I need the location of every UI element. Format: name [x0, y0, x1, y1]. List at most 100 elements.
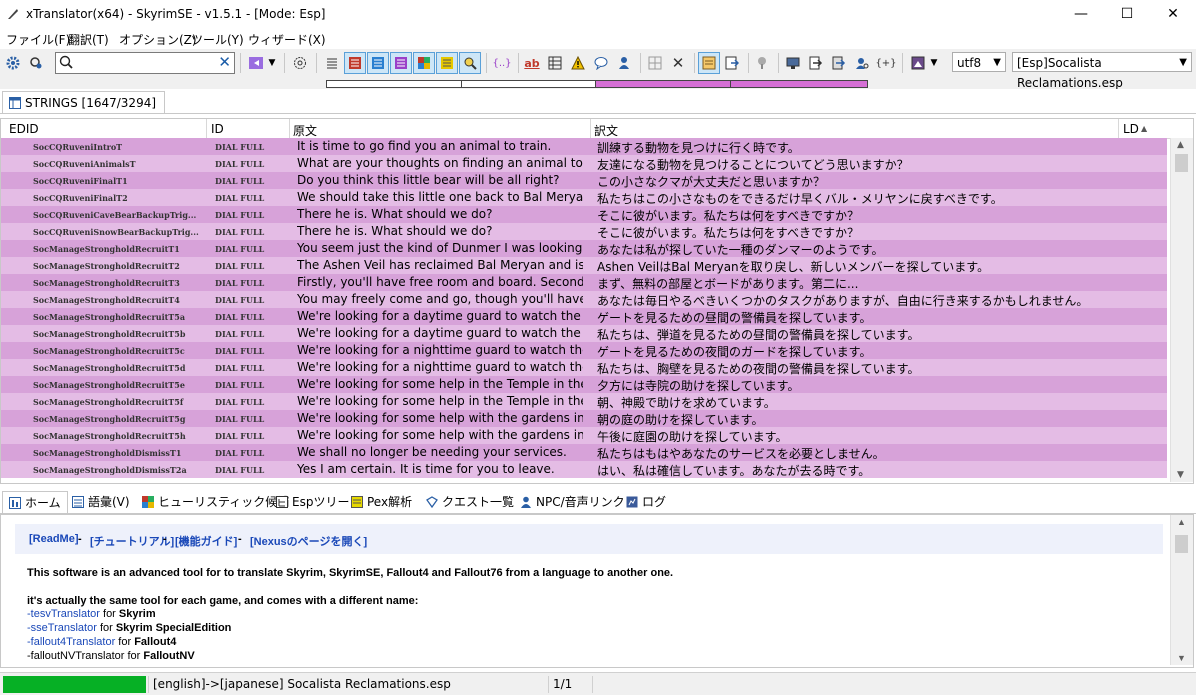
- toolbar: ✕ ▼ {..} ab ✕ {+} ▼ utf8 ▼ [Esp]Socalista…: [0, 49, 1196, 90]
- target-icon[interactable]: [290, 53, 310, 73]
- list-partial-icon[interactable]: [390, 52, 412, 74]
- maximize-button[interactable]: ☐: [1104, 0, 1150, 28]
- scroll-down-icon[interactable]: ▼: [1177, 653, 1186, 663]
- info-scrollbar[interactable]: ▲ ▼: [1170, 515, 1193, 665]
- search-settings-icon[interactable]: [26, 53, 46, 73]
- tab-strings[interactable]: STRINGS [1647/3294]: [2, 91, 166, 113]
- row-source: We're looking for some help with the gar…: [297, 428, 583, 442]
- intro-paragraph: This software is an advanced tool for to…: [27, 567, 674, 579]
- find-icon[interactable]: [459, 52, 481, 74]
- menu-tools[interactable]: ツール(Y): [191, 31, 244, 48]
- table-row[interactable]: SocManageStrongholdRecruitT1 DIAL FULL You…: [1, 240, 1167, 257]
- warning-icon[interactable]: [568, 53, 588, 73]
- scroll-down-icon[interactable]: ▼: [1177, 470, 1184, 480]
- pin-icon[interactable]: [752, 53, 772, 73]
- scroll-thumb[interactable]: [1175, 154, 1188, 172]
- search-input[interactable]: ✕: [55, 52, 235, 74]
- encoding-select[interactable]: utf8 ▼: [952, 52, 1006, 72]
- table-row[interactable]: SocCQRuveniSnowBearBackupTrig... DIAL FUL…: [1, 223, 1167, 240]
- person-icon[interactable]: [614, 53, 634, 73]
- table-row[interactable]: SocManageStrongholdRecruitT5h DIAL FULL We…: [1, 427, 1167, 444]
- monitor-icon[interactable]: [783, 53, 803, 73]
- edit-panel-icon[interactable]: [698, 52, 720, 74]
- link-readme[interactable]: [ReadMe]: [29, 533, 79, 545]
- tab-npc-voice[interactable]: NPC/音声リンク: [514, 491, 631, 512]
- row-id: DIAL FULL: [215, 176, 265, 186]
- menu-options[interactable]: オプション(Z): [119, 31, 197, 48]
- table-row[interactable]: SocCQRuveniAnimalsT DIAL FULL What are you…: [1, 155, 1167, 172]
- link-tesv[interactable]: -tesvTranslator: [27, 608, 100, 620]
- table-row[interactable]: SocManageStrongholdRecruitT5f DIAL FULL We…: [1, 393, 1167, 410]
- list-lock-icon[interactable]: [436, 52, 458, 74]
- filter-mode-icon[interactable]: [246, 53, 266, 73]
- header-source[interactable]: 原文: [293, 122, 317, 139]
- braces-icon[interactable]: {..}: [490, 53, 514, 73]
- scroll-up-icon[interactable]: ▲: [1177, 517, 1186, 527]
- table-row[interactable]: SocManageStrongholdDismissT1 DIAL FULL We …: [1, 444, 1167, 461]
- table-row[interactable]: SocManageStrongholdRecruitT5c DIAL FULL We…: [1, 342, 1167, 359]
- user-search-icon[interactable]: [852, 53, 872, 73]
- image-dropdown-icon[interactable]: ▼: [928, 53, 940, 73]
- link-fallout4[interactable]: -fallout4Translator: [27, 636, 115, 648]
- scroll-thumb[interactable]: [1175, 535, 1188, 553]
- list-translated-icon[interactable]: [367, 52, 389, 74]
- menu-translate[interactable]: 翻訳(T): [68, 31, 109, 48]
- chevron-down-icon[interactable]: ▼: [266, 53, 278, 73]
- table-row[interactable]: SocManageStrongholdDismissT2a DIAL FULL Ye…: [1, 461, 1167, 478]
- link-guide[interactable]: [機能ガイド]: [175, 533, 237, 549]
- tab-vocabulary[interactable]: 語彙(V): [66, 491, 136, 512]
- grid-disabled-icon[interactable]: [645, 53, 665, 73]
- header-ld[interactable]: LD: [1123, 122, 1139, 136]
- header-id[interactable]: ID: [211, 122, 224, 136]
- list-mixed-icon[interactable]: [413, 52, 435, 74]
- spellcheck-icon[interactable]: ab: [522, 53, 542, 73]
- scroll-up-icon[interactable]: ▲: [1177, 140, 1184, 150]
- comment-icon[interactable]: [591, 53, 611, 73]
- file-select[interactable]: [Esp]Socalista Reclamations.esp ▼: [1012, 52, 1192, 90]
- gear-icon[interactable]: [3, 53, 23, 73]
- table-row[interactable]: SocManageStrongholdRecruitT5b DIAL FULL We…: [1, 325, 1167, 342]
- delete-icon[interactable]: ✕: [668, 53, 688, 73]
- search-icon: [59, 55, 73, 69]
- table-row[interactable]: SocManageStrongholdRecruitT3 DIAL FULL Fir…: [1, 274, 1167, 291]
- tab-quests[interactable]: クエスト一覧: [420, 491, 520, 512]
- link-sse[interactable]: -sseTranslator: [27, 622, 97, 634]
- row-id: DIAL FULL: [215, 363, 265, 373]
- clear-search-icon[interactable]: ✕: [218, 53, 231, 71]
- tab-esp-tree[interactable]: Espツリー: [270, 491, 355, 512]
- grid-scrollbar[interactable]: ▲ ▼: [1170, 138, 1193, 482]
- table-row[interactable]: SocManageStrongholdRecruitT5e DIAL FULL We…: [1, 376, 1167, 393]
- header-edid[interactable]: EDID: [9, 122, 39, 136]
- header-dest[interactable]: 訳文: [594, 122, 618, 139]
- table-row[interactable]: SocManageStrongholdRecruitT5a DIAL FULL We…: [1, 308, 1167, 325]
- table-row[interactable]: SocCQRuveniFinalT2 DIAL FULL We should tak…: [1, 189, 1167, 206]
- menu-wizard[interactable]: ウィザード(X): [248, 31, 326, 48]
- table-row[interactable]: SocCQRuveniFinalT1 DIAL FULL Do you think …: [1, 172, 1167, 189]
- table-row[interactable]: SocCQRuveniIntroT DIAL FULL It is time to …: [1, 138, 1167, 155]
- status-bar: [english]->[japanese] Socalista Reclamat…: [0, 672, 1196, 695]
- table-row[interactable]: SocManageStrongholdRecruitT5g DIAL FULL We…: [1, 410, 1167, 427]
- table-row[interactable]: SocManageStrongholdRecruitT4 DIAL FULL You…: [1, 291, 1167, 308]
- list-all-icon[interactable]: [322, 53, 342, 73]
- add-brace-icon[interactable]: {+}: [874, 53, 898, 73]
- row-source: We're looking for a nighttime guard to w…: [297, 360, 583, 374]
- minimize-button[interactable]: —: [1058, 0, 1104, 28]
- table-row[interactable]: SocCQRuveniCaveBearBackupTrig... DIAL FUL…: [1, 206, 1167, 223]
- menu-file[interactable]: ファイル(F): [6, 31, 70, 48]
- image-icon[interactable]: [908, 53, 928, 73]
- export-icon[interactable]: [722, 53, 742, 73]
- tab-log[interactable]: ログ: [620, 491, 672, 512]
- import-icon[interactable]: [806, 53, 826, 73]
- list-untranslated-icon[interactable]: [344, 52, 366, 74]
- table-row[interactable]: SocManageStrongholdRecruitT5d DIAL FULL We…: [1, 359, 1167, 376]
- row-source: What are your thoughts on finding an ani…: [297, 156, 583, 170]
- tab-pex[interactable]: Pex解析: [345, 491, 418, 512]
- close-button[interactable]: ✕: [1150, 0, 1196, 28]
- tab-home[interactable]: ホーム: [2, 491, 68, 513]
- link-nexus[interactable]: [Nexusのページを開く]: [250, 533, 367, 549]
- link-tutorial[interactable]: [チュートリアル]: [90, 533, 174, 549]
- game-list-item: -sseTranslator for Skyrim SpecialEdition: [27, 622, 232, 634]
- table-row[interactable]: SocManageStrongholdRecruitT2 DIAL FULL The…: [1, 257, 1167, 274]
- import-alt-icon[interactable]: [829, 53, 849, 73]
- grid-icon[interactable]: [545, 53, 565, 73]
